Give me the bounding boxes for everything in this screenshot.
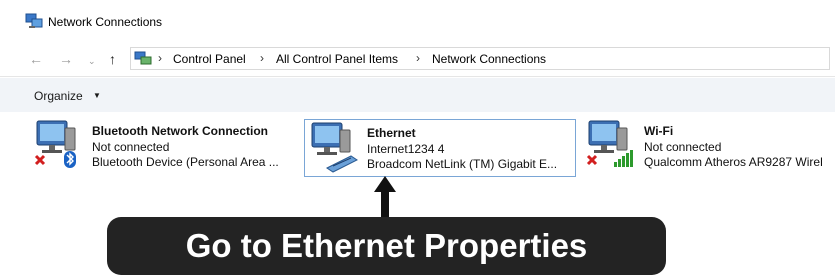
breadcrumb-separator-icon: › xyxy=(260,51,264,65)
organize-button[interactable]: Organize xyxy=(34,89,83,103)
breadcrumb-control-panel[interactable]: Control Panel xyxy=(173,52,246,66)
connection-name: Wi-Fi xyxy=(644,124,674,138)
breadcrumb-separator-icon: › xyxy=(158,51,162,65)
title-bar: Network Connections xyxy=(0,0,835,44)
forward-arrow-icon[interactable]: → xyxy=(59,51,73,67)
connection-status: Not connected xyxy=(644,140,722,154)
address-row: ← → ⌄ ↑ › Control Panel › All Control Pa… xyxy=(0,44,835,74)
command-bar: Organize ▼ xyxy=(0,78,835,112)
chevron-down-icon[interactable]: ▼ xyxy=(93,91,101,100)
address-bar[interactable]: › Control Panel › All Control Panel Item… xyxy=(130,47,830,70)
bluetooth-adapter-icon xyxy=(34,120,76,168)
breadcrumb-all-items[interactable]: All Control Panel Items xyxy=(276,52,398,66)
recent-locations-chevron-icon[interactable]: ⌄ xyxy=(88,53,96,69)
connection-device: Bluetooth Device (Personal Area ... xyxy=(92,155,279,169)
connection-name: Ethernet xyxy=(367,126,416,140)
back-arrow-icon[interactable]: ← xyxy=(29,51,43,67)
pointer-arrow-icon xyxy=(374,176,396,220)
window-title: Network Connections xyxy=(48,15,163,29)
breadcrumb-separator-icon: › xyxy=(416,51,420,65)
connection-item-wifi[interactable]: Wi-Fi Not connected Qualcomm Atheros AR9… xyxy=(584,118,835,178)
connection-item-bluetooth[interactable]: Bluetooth Network Connection Not connect… xyxy=(32,118,292,178)
connection-device: Qualcomm Atheros AR9287 Wirel xyxy=(644,155,823,169)
connection-status: Internet1234 4 xyxy=(367,142,445,156)
control-panel-icon xyxy=(134,51,152,65)
connection-name: Bluetooth Network Connection xyxy=(92,124,268,138)
connection-item-ethernet[interactable]: Ethernet Internet1234 4 Broadcom NetLink… xyxy=(304,119,576,177)
connection-device: Broadcom NetLink (TM) Gigabit E... xyxy=(367,157,558,171)
breadcrumb-network-connections[interactable]: Network Connections xyxy=(432,52,546,66)
up-arrow-icon[interactable]: ↑ xyxy=(109,51,116,67)
divider xyxy=(0,76,835,77)
instruction-callout: Go to Ethernet Properties xyxy=(107,217,666,275)
ethernet-adapter-icon xyxy=(311,122,358,173)
wifi-adapter-icon xyxy=(586,120,633,167)
network-connections-icon xyxy=(25,13,43,28)
callout-text: Go to Ethernet Properties xyxy=(185,227,588,264)
connection-status: Not connected xyxy=(92,140,170,154)
